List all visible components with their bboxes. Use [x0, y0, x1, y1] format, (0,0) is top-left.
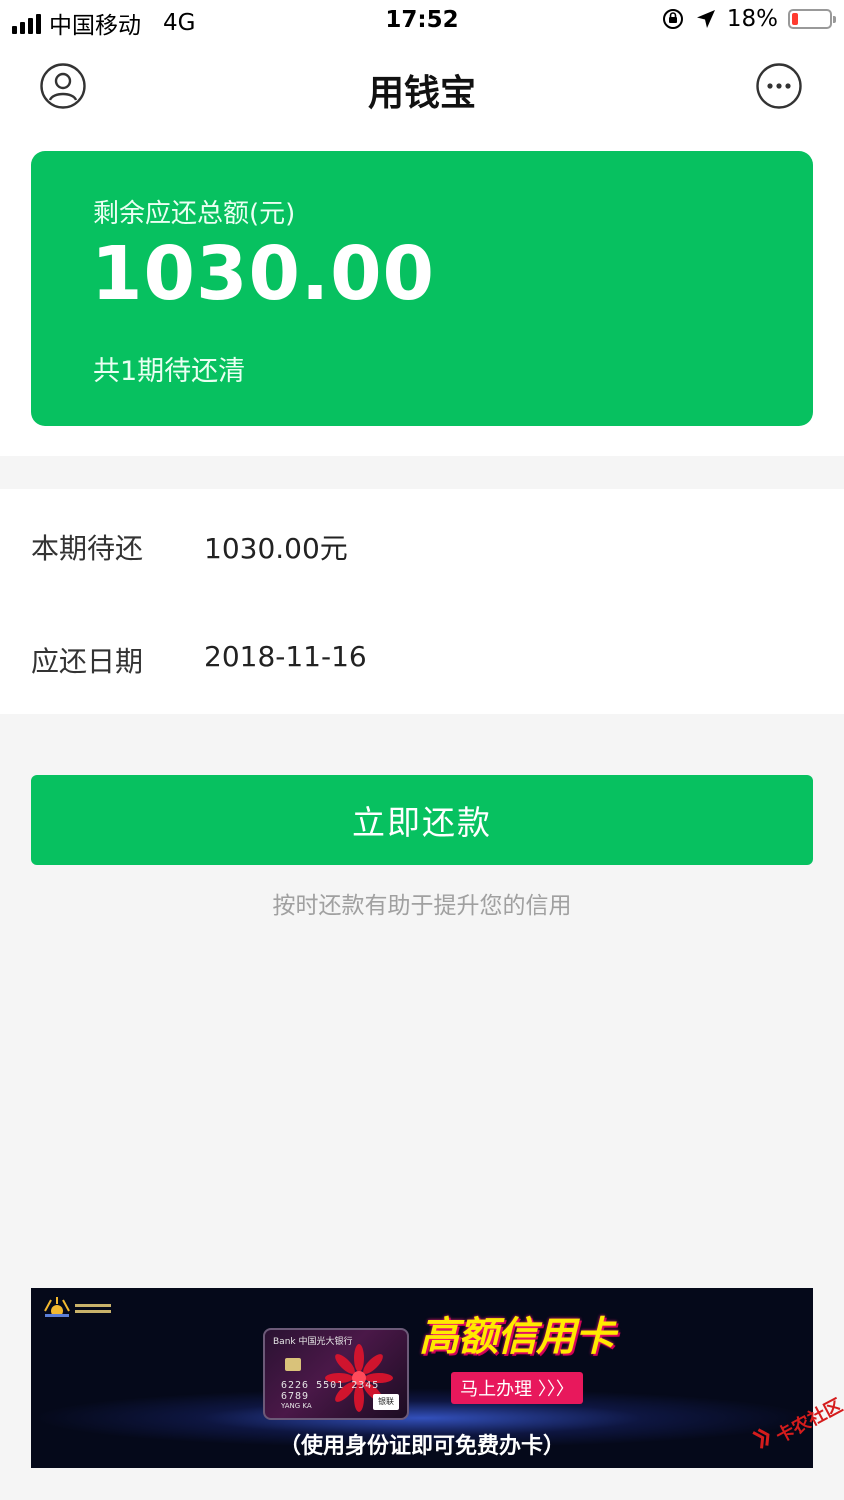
card-chip-icon	[285, 1358, 301, 1371]
apply-now-button[interactable]: 马上办理 〉〉〉	[451, 1372, 583, 1404]
repayment-details: 本期待还 1030.00元 应还日期 2018-11-16	[0, 489, 844, 714]
remaining-total-label: 剩余应还总额(元)	[93, 199, 296, 229]
banner-headline: 高额信用卡	[419, 1314, 615, 1360]
more-options-icon[interactable]	[756, 63, 802, 109]
watermark-text: 卡农社区	[772, 1395, 844, 1448]
orientation-lock-icon	[662, 9, 683, 29]
current-due-label: 本期待还	[31, 532, 144, 565]
banner-subtitle: （使用身份证即可免费办卡）	[278, 1434, 565, 1459]
remaining-total-amount: 1030.00	[91, 231, 436, 317]
location-arrow-icon	[696, 10, 715, 28]
detail-row-due-date: 应还日期 2018-11-16	[0, 602, 844, 714]
card-holder: YANG KA	[281, 1402, 312, 1410]
detail-row-current-due: 本期待还 1030.00元	[0, 489, 844, 601]
battery-icon	[788, 9, 836, 29]
battery-percent: 18%	[726, 6, 778, 32]
remaining-periods: 共1期待还清	[93, 356, 246, 387]
page-title: 用钱宝	[367, 73, 476, 114]
status-right: 18%	[661, 6, 836, 32]
due-date-label: 应还日期	[31, 645, 144, 678]
repay-now-button[interactable]: 立即还款	[31, 775, 813, 865]
promo-credit-card: Bank 中国光大银行 6226 5501 2345 6789 YANG KA …	[263, 1328, 409, 1420]
unionpay-logo: 银联	[373, 1394, 399, 1410]
status-bar: 中国移动 4G 17:52 18%	[0, 0, 844, 44]
credit-tip: 按时还款有助于提升您的信用	[272, 893, 572, 919]
nav-bar: 用钱宝	[0, 44, 844, 130]
remaining-balance-card: 剩余应还总额(元) 1030.00 共1期待还清	[31, 151, 813, 426]
credit-card-ad-banner[interactable]: Bank 中国光大银行 6226 5501 2345 6789 YANG KA …	[31, 1288, 813, 1468]
current-due-value: 1030.00元	[204, 532, 348, 565]
battery-level	[792, 13, 798, 25]
due-date-value: 2018-11-16	[204, 640, 367, 673]
sunrise-logo-icon	[44, 1297, 111, 1317]
